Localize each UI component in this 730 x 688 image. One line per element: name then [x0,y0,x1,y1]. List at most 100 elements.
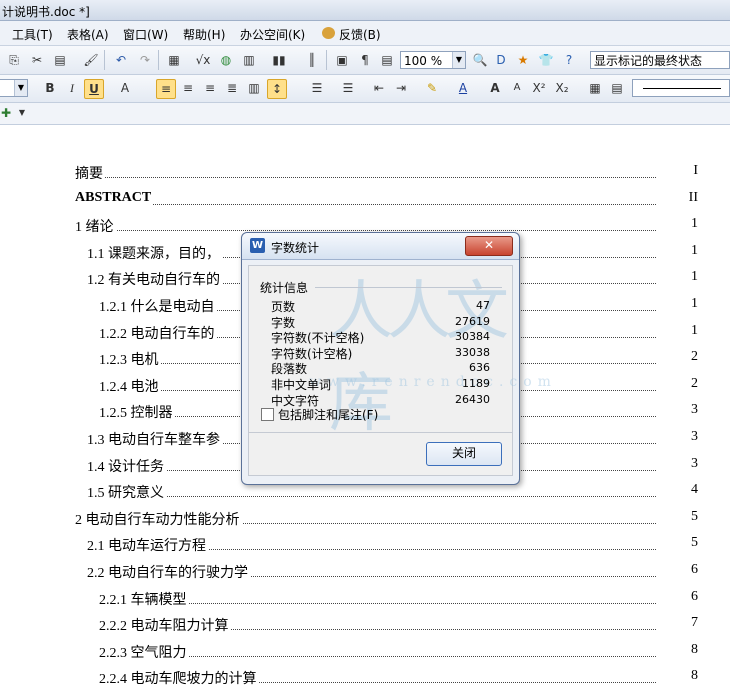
justify-icon[interactable]: ≣ [223,79,241,97]
help-icon[interactable]: ? [560,51,578,69]
find-icon[interactable]: 🔍 [471,51,489,69]
title-bar: 计说明书.doc *] [0,0,730,21]
draw-icon[interactable]: ║ [303,51,321,69]
chevron-down-icon[interactable]: ▼ [13,104,31,122]
shading-icon[interactable]: ▤ [608,79,626,97]
menu-office-space[interactable]: 办公空间(K) [240,26,305,43]
menu-bar: 工具(T) 表格(A) 窗口(W) 帮助(H) 办公空间(K) 反馈(B) [0,21,730,46]
superscript-icon[interactable]: X² [530,79,548,97]
toc-entry-page: II [656,189,698,206]
include-footnotes-checkbox[interactable] [261,408,274,421]
close-icon[interactable]: ✕ [465,236,513,256]
subscript-icon[interactable]: X₂ [553,79,571,97]
toc-entry-label: 1.2.3 电机 [99,349,161,370]
stat-value: 1189 [462,377,490,390]
format-painter-icon[interactable]: 🖌 [82,51,100,69]
menu-table[interactable]: 表格(A) [67,26,109,43]
zoom-value: 100 % [404,54,443,68]
toolbar-separator [326,50,327,70]
font-color-icon[interactable]: A [454,79,472,97]
include-footnotes-label[interactable]: 包括脚注和尾注(F) [278,406,378,423]
track-changes-icon[interactable]: ▤ [378,51,396,69]
toc-entry-label: 2.2.1 车辆模型 [99,588,189,609]
redo-icon[interactable]: ↷ [136,51,154,69]
line-style-select[interactable] [632,79,730,97]
feedback-icon [322,27,335,39]
toc-entry[interactable]: 2 电动自行车动力性能分析 5 [0,508,698,529]
increase-indent-icon[interactable]: ⇥ [392,79,410,97]
toc-entry[interactable]: 2.2.2 电动车阻力计算 7 [0,615,698,636]
toc-entry[interactable]: 1.5 研究意义 4 [0,482,698,503]
font-size-select[interactable]: ▼ [0,79,28,97]
stat-label: 字数 [271,315,296,330]
toc-entry-label: 2.2.3 空气阻力 [99,641,189,662]
toc-entry[interactable]: ABSTRACT II [0,189,698,210]
bold-icon[interactable]: B [41,79,59,97]
toc-entry[interactable]: 2.2.1 车辆模型 6 [0,588,698,609]
border-icon[interactable]: ▦ [586,79,604,97]
star-icon[interactable]: ★ [514,51,532,69]
font-effect-icon[interactable]: A [116,79,134,97]
numbering-icon[interactable]: ☰ [308,79,326,97]
highlight-icon[interactable]: ✎ [423,79,441,97]
shirt-icon[interactable]: 👕 [537,51,555,69]
toc-entry-page: 4 [656,482,698,499]
menu-help[interactable]: 帮助(H) [183,26,225,43]
compare-icon[interactable]: D [492,51,510,69]
toc-entry-page: 1 [656,216,698,233]
toc-entry[interactable]: 2.2.3 空气阻力 8 [0,641,698,662]
align-right-icon[interactable]: ≡ [201,79,219,97]
toc-leader-dots [87,496,690,498]
toc-entry-label: 1.2.1 什么是电动自 [99,296,217,316]
stat-label: 非中文单词 [271,378,332,392]
toc-entry-label: 1.2.5 控制器 [99,402,175,423]
stat-label: 字符数(不计空格) [271,331,365,346]
toc-entry-label: 2 电动自行车动力性能分析 [75,508,242,529]
toc-entry-page: 1 [656,242,698,259]
formula-icon[interactable]: √x [194,51,212,69]
cut-icon[interactable]: ✂ [28,51,46,69]
menu-feedback[interactable]: 反馈(B) [322,26,381,43]
markup-display-value: 显示标记的最终状态 [594,54,703,68]
undo-icon[interactable]: ↶ [112,51,130,69]
markup-display-select[interactable]: 显示标记的最终状态 [590,51,730,69]
decrease-indent-icon[interactable]: ⇤ [370,79,388,97]
stat-label: 字符数(计空格) [271,346,353,361]
columns-icon[interactable]: ▮▮ [270,51,288,69]
underline-icon[interactable]: U [84,79,104,99]
align-center-icon[interactable]: ≡ [179,79,197,97]
copy-icon[interactable]: ⎘ [5,51,23,69]
extra-toolbar: ✚ ▼ [0,103,730,125]
toc-leader-dots [75,177,690,178]
close-button[interactable]: 关闭 [426,442,502,466]
chevron-down-icon: ▼ [14,80,27,96]
toc-entry-label: 1.2 有关电动自行车的 [87,269,222,290]
toc-entry-page: 7 [656,615,698,632]
align-left-icon[interactable]: ≡ [156,79,176,99]
menu-window[interactable]: 窗口(W) [123,26,168,43]
zoom-select[interactable]: 100 % ▼ [400,51,466,69]
line-spacing-icon[interactable]: ↕ [267,79,287,99]
toc-entry[interactable]: 摘要 I [0,163,698,183]
insert-table-icon[interactable]: ▥ [240,51,258,69]
stat-label: 页数 [271,300,296,314]
dialog-title: 字数统计 [271,241,320,255]
toc-entry-label: 1 绪论 [75,216,116,237]
toolbar-separator [104,50,105,70]
distribute-icon[interactable]: ▥ [245,79,263,97]
toc-entry[interactable]: 2.2 电动自行车的行驶力学 6 [0,562,698,582]
table-grid-icon[interactable]: ▦ [165,51,183,69]
toc-entry[interactable]: 2.1 电动车运行方程 5 [0,535,698,556]
toc-entry-page: 8 [656,668,698,685]
menu-tools[interactable]: 工具(T) [12,26,53,43]
shrink-font-icon[interactable]: A [508,79,526,97]
show-marks-icon[interactable]: ¶ [356,51,374,69]
paste-icon[interactable]: ▤ [51,51,69,69]
toc-entry[interactable]: 2.2.4 电动车爬坡力的计算 8 [0,668,698,688]
stats-group-title: 统计信息 [260,281,309,295]
grow-font-icon[interactable]: A [486,79,504,97]
italic-icon[interactable]: I [63,79,81,97]
web-globe-icon[interactable]: ◍ [217,51,235,69]
bullets-icon[interactable]: ☰ [339,79,357,97]
document-map-icon[interactable]: ▣ [333,51,351,69]
